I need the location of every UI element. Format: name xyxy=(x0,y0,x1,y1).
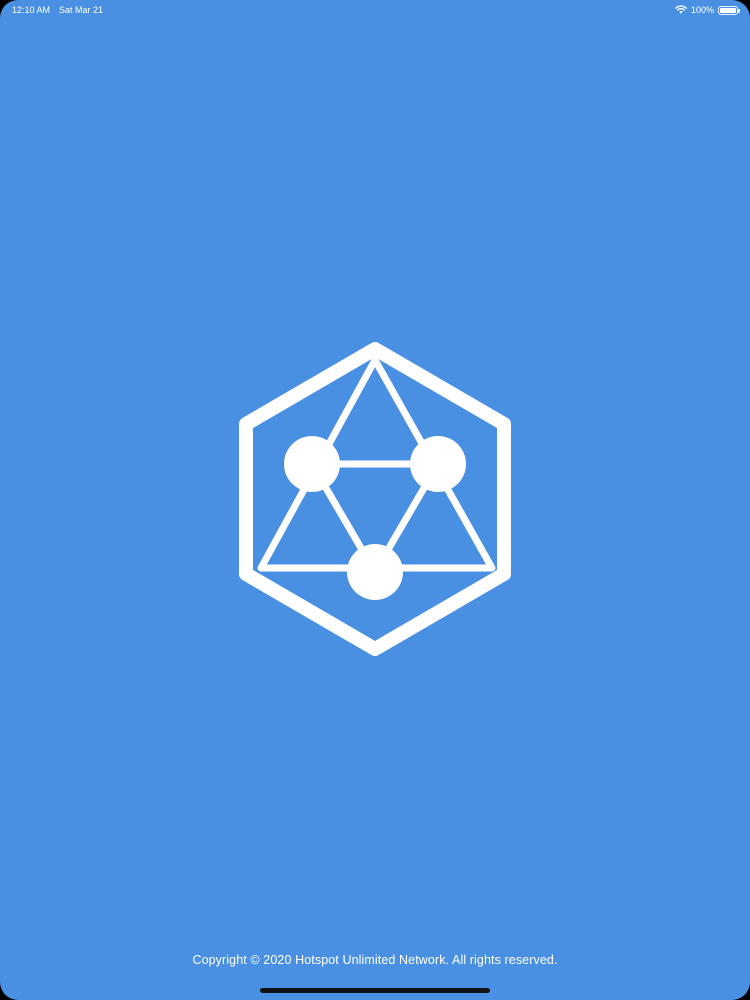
battery-icon xyxy=(718,5,740,15)
hexagon-network-logo xyxy=(239,342,511,656)
battery-level-fill xyxy=(720,7,736,13)
node-bottom xyxy=(347,544,403,600)
hexagon-outline xyxy=(239,342,511,656)
copyright-text: Copyright © 2020 Hotspot Unlimited Netwo… xyxy=(192,953,558,967)
splash-screen: 12:10 AM Sat Mar 21 100% Copyright © 202… xyxy=(0,0,750,1000)
node-right xyxy=(410,436,466,492)
status-right: 100% xyxy=(675,4,740,16)
wifi-icon xyxy=(675,4,687,16)
status-left: 12:10 AM Sat Mar 21 xyxy=(12,5,103,15)
battery-percent: 100% xyxy=(690,5,714,15)
node-left xyxy=(284,436,340,492)
status-bar: 12:10 AM Sat Mar 21 100% xyxy=(0,0,750,20)
status-date: Sat Mar 21 xyxy=(59,5,104,15)
status-time: 12:10 AM xyxy=(12,5,51,15)
home-indicator[interactable] xyxy=(260,988,490,993)
